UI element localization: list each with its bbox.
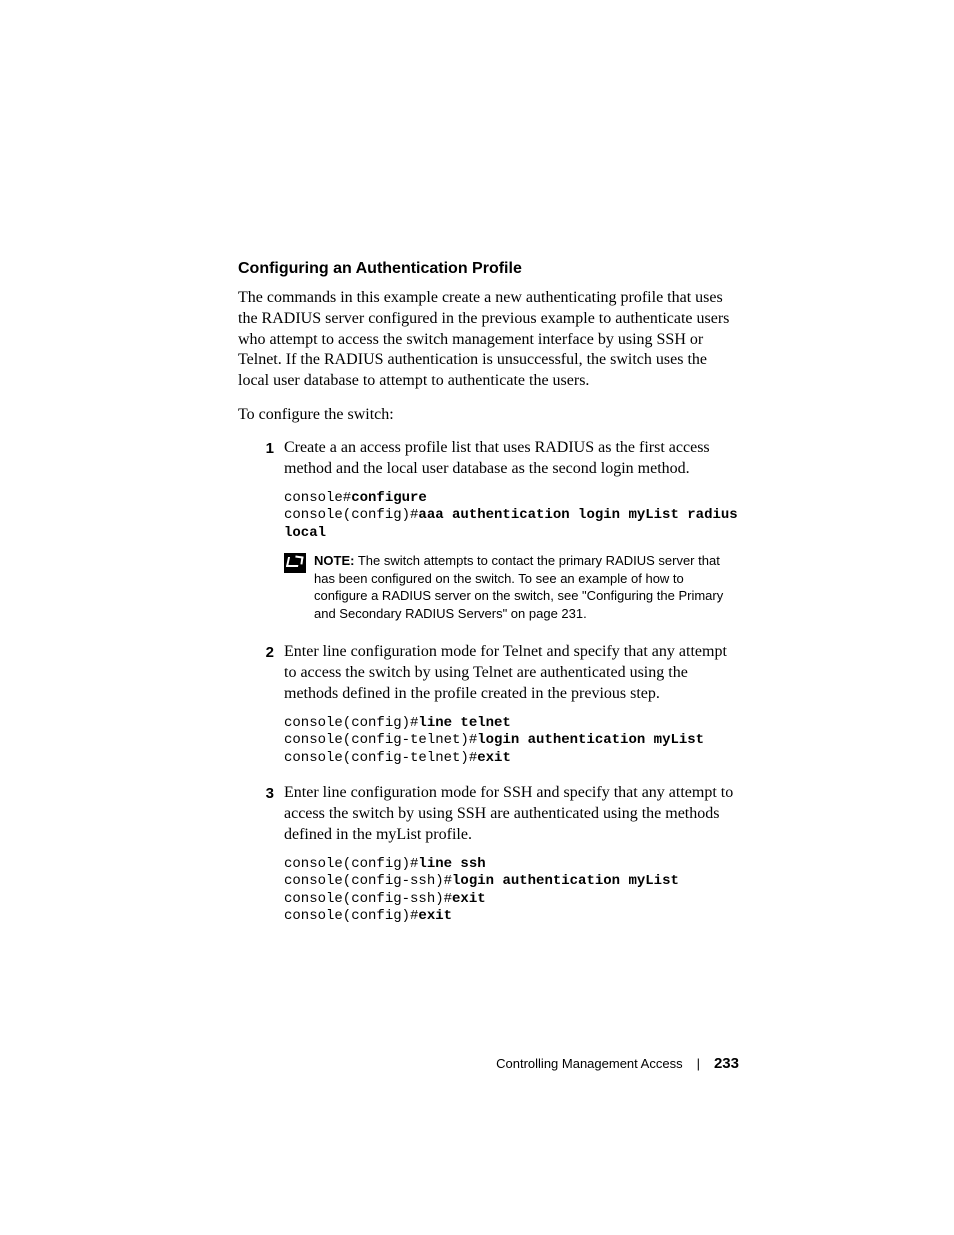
step-body: Enter line configuration mode for Telnet… — [284, 642, 739, 777]
step-text: Create a an access profile list that use… — [284, 438, 739, 480]
code-prefix: console(config-telnet)# — [284, 750, 477, 766]
code-block: console(config)#line telnet console(conf… — [284, 715, 739, 768]
code-cmd: line ssh — [418, 856, 485, 872]
code-block: console#configure console(config)#aaa au… — [284, 490, 739, 543]
step-body: Create a an access profile list that use… — [284, 438, 739, 636]
intro-paragraph: The commands in this example create a ne… — [238, 288, 739, 392]
code-cmd: exit — [477, 750, 511, 766]
code-cmd: login authentication myList — [477, 732, 704, 748]
note-body: The switch attempts to contact the prima… — [314, 553, 723, 621]
code-cmd: exit — [452, 891, 486, 907]
note-text: NOTE: The switch attempts to contact the… — [314, 552, 739, 622]
step-3: 3 Enter line configuration mode for SSH … — [238, 783, 739, 935]
code-prefix: console(config)# — [284, 715, 418, 731]
code-block: console(config)#line ssh console(config-… — [284, 856, 739, 926]
code-prefix: console# — [284, 490, 351, 506]
section-heading: Configuring an Authentication Profile — [238, 260, 739, 278]
step-2: 2 Enter line configuration mode for Teln… — [238, 642, 739, 777]
code-prefix: console(config)# — [284, 507, 418, 523]
step-body: Enter line configuration mode for SSH an… — [284, 783, 739, 935]
page-content: Configuring an Authentication Profile Th… — [0, 0, 954, 936]
step-number: 3 — [238, 783, 284, 935]
step-text: Enter line configuration mode for Telnet… — [284, 642, 739, 704]
code-prefix: console(config)# — [284, 908, 418, 924]
code-prefix: console(config-ssh)# — [284, 891, 452, 907]
code-prefix: console(config-ssh)# — [284, 873, 452, 889]
step-number: 2 — [238, 642, 284, 777]
code-cmd: configure — [351, 490, 427, 506]
code-cmd: login authentication myList — [452, 873, 679, 889]
footer-separator: | — [697, 1056, 700, 1071]
step-number: 1 — [238, 438, 284, 636]
code-prefix: console(config-telnet)# — [284, 732, 477, 748]
note-icon — [284, 553, 306, 573]
note-label: NOTE: — [314, 553, 354, 568]
footer-page-number: 233 — [714, 1055, 739, 1072]
page-footer: Controlling Management Access | 233 — [0, 1055, 954, 1072]
code-cmd: exit — [418, 908, 452, 924]
step-text: Enter line configuration mode for SSH an… — [284, 783, 739, 845]
lead-line: To configure the switch: — [238, 406, 739, 424]
code-prefix: console(config)# — [284, 856, 418, 872]
step-1: 1 Create a an access profile list that u… — [238, 438, 739, 636]
footer-title: Controlling Management Access — [496, 1056, 682, 1071]
note-row: NOTE: The switch attempts to contact the… — [284, 552, 739, 622]
code-cmd: line telnet — [418, 715, 510, 731]
